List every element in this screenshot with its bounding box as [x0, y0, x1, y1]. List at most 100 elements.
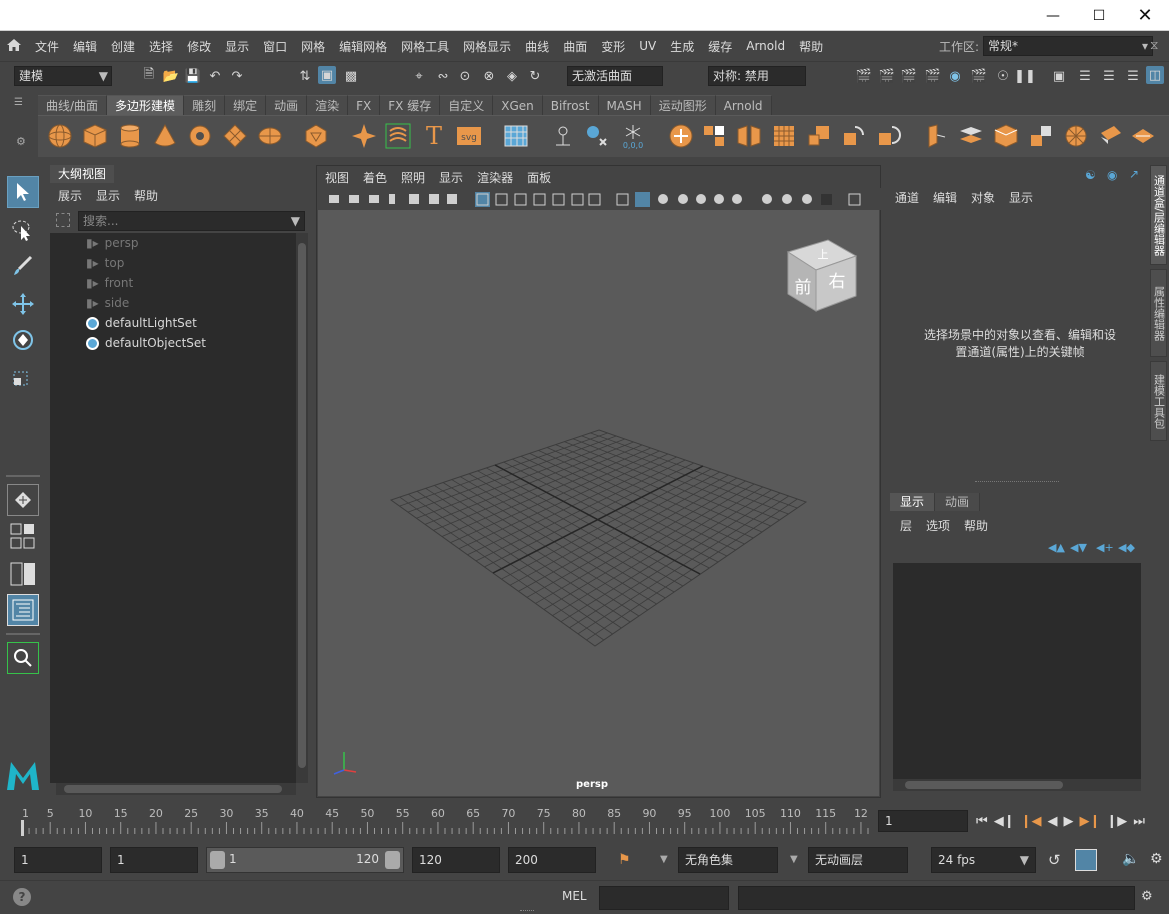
- viewport-3d-area[interactable]: 上 前 右 persp: [318, 210, 879, 796]
- menu-mesh-tools[interactable]: 网格工具: [394, 38, 456, 55]
- target-weld-icon[interactable]: [1098, 123, 1124, 149]
- channel-box-expand-icon[interactable]: ↗: [1129, 167, 1139, 181]
- search-icon[interactable]: [7, 642, 39, 674]
- pause-icon[interactable]: ❚❚: [1014, 67, 1036, 85]
- mirror-icon[interactable]: [736, 123, 762, 149]
- sweep-mesh-icon[interactable]: [385, 123, 411, 149]
- range-max-handle[interactable]: [385, 851, 400, 869]
- current-frame-field[interactable]: 1: [878, 810, 968, 832]
- character-set-arrow-icon[interactable]: ▼: [660, 854, 668, 865]
- new-scene-icon[interactable]: 🗎: [140, 67, 158, 85]
- hypershade-icon[interactable]: 🎬: [924, 67, 942, 85]
- side-tab-attribute-editor[interactable]: 属性编辑器: [1150, 269, 1167, 357]
- mode-dropdown[interactable]: 建模 ▼: [14, 66, 112, 86]
- resize-grip-icon[interactable]: [520, 897, 534, 911]
- character-set-dropdown[interactable]: 无角色集: [678, 847, 778, 873]
- snap-curve-icon[interactable]: ∾: [434, 67, 452, 85]
- single-perspective-layout-icon[interactable]: [7, 484, 39, 516]
- layer-editor-icon[interactable]: ◫: [1146, 66, 1164, 84]
- poly-cylinder-icon[interactable]: [117, 123, 143, 149]
- side-tab-modeling-toolkit[interactable]: 建模工具包: [1150, 361, 1167, 441]
- maximize-icon[interactable]: ☐: [1076, 0, 1122, 31]
- two-pane-layout-icon[interactable]: [7, 558, 39, 590]
- shelf-tab-motion-graphics[interactable]: 运动图形: [650, 95, 716, 115]
- script-editor-icon[interactable]: ⚙: [1141, 889, 1153, 904]
- shelf-tab-render[interactable]: 渲染: [307, 95, 349, 115]
- poly-plane-icon[interactable]: [222, 123, 248, 149]
- help-icon[interactable]: ?: [13, 888, 31, 906]
- range-slider[interactable]: 1 120: [206, 847, 404, 873]
- ipr-render-icon[interactable]: 🎬: [878, 67, 896, 85]
- arnold-ipr-icon[interactable]: 🎬: [970, 67, 988, 85]
- multi-cut-icon[interactable]: [1063, 123, 1089, 149]
- anim-layer-dropdown[interactable]: 无动画层: [808, 847, 908, 873]
- rotate-tool-icon[interactable]: [7, 324, 39, 356]
- close-icon[interactable]: ✕: [1122, 0, 1168, 31]
- menu-curves[interactable]: 曲线: [518, 38, 556, 55]
- channel-menu-show[interactable]: 显示: [1009, 189, 1033, 206]
- list-item[interactable]: ▮▸ front: [86, 273, 133, 293]
- select-component-icon[interactable]: ▩: [342, 67, 360, 85]
- channel-box-pin-icon[interactable]: ☯: [1085, 168, 1096, 182]
- connect-icon[interactable]: [1130, 123, 1156, 149]
- freeze-transform-icon[interactable]: 0,0,0: [620, 123, 646, 149]
- append-polygon-icon[interactable]: [1028, 123, 1054, 149]
- menu-select[interactable]: 选择: [142, 38, 180, 55]
- open-scene-icon[interactable]: 📂: [162, 67, 180, 85]
- menu-window[interactable]: 窗口: [256, 38, 294, 55]
- menu-uv[interactable]: UV: [632, 39, 663, 53]
- anim-layer-arrow-icon[interactable]: ▼: [790, 854, 798, 865]
- symmetry-dropdown[interactable]: 对称: 禁用: [708, 66, 806, 86]
- extrude-icon[interactable]: [923, 123, 949, 149]
- side-tab-channel-box[interactable]: 通道盒/层编辑器: [1150, 165, 1167, 265]
- attribute-editor-icon[interactable]: ☰: [1076, 67, 1094, 85]
- menu-mesh[interactable]: 网格: [294, 38, 332, 55]
- step-back-icon[interactable]: ◀❙: [994, 814, 1015, 829]
- snap-view-icon[interactable]: ⊗: [480, 67, 498, 85]
- move-tool-icon[interactable]: [7, 288, 39, 320]
- loop-icon[interactable]: ↺: [1048, 851, 1061, 869]
- scale-tool-icon[interactable]: [7, 360, 39, 392]
- tab-animation[interactable]: 动画: [935, 493, 981, 511]
- outliner-filter-icon[interactable]: [56, 213, 70, 227]
- outliner-menu-show[interactable]: 展示: [58, 187, 82, 207]
- shelf-tab-sculpt[interactable]: 雕刻: [184, 95, 226, 115]
- shelf-tab-fx[interactable]: FX: [348, 95, 381, 115]
- shelf-tab-bifrost[interactable]: Bifrost: [542, 95, 599, 115]
- layer-move-up-icon[interactable]: ◀▲: [1048, 541, 1065, 554]
- viewport-menu-panels[interactable]: 面板: [527, 169, 551, 186]
- shelf-tab-curves[interactable]: 曲线/曲面: [38, 95, 108, 115]
- splitter-handle[interactable]: [975, 481, 1059, 482]
- script-language-toggle[interactable]: MEL: [562, 889, 587, 903]
- auto-key-icon[interactable]: ⚑: [618, 852, 631, 868]
- snap-edge-icon[interactable]: ↻: [526, 67, 544, 85]
- layer-hscrollbar[interactable]: [893, 779, 1141, 791]
- fps-dropdown[interactable]: 24 fps ▼: [931, 847, 1036, 873]
- channel-box-icon[interactable]: ☰: [1124, 67, 1142, 85]
- command-input[interactable]: [599, 886, 729, 910]
- layer-menu-layers[interactable]: 层: [900, 517, 912, 534]
- paint-select-icon[interactable]: [7, 250, 39, 282]
- snap-surface-icon[interactable]: ◈: [503, 67, 521, 85]
- home-icon[interactable]: [6, 38, 22, 55]
- shelf-menu-icon[interactable]: ☰: [14, 97, 23, 108]
- select-object-icon[interactable]: ▣: [318, 66, 336, 84]
- render-frame-icon[interactable]: 🎬: [855, 67, 873, 85]
- platonic-solid-icon[interactable]: [303, 123, 329, 149]
- poly-disc-icon[interactable]: [257, 123, 283, 149]
- menu-edit-mesh[interactable]: 编辑网格: [332, 38, 394, 55]
- undo-icon[interactable]: ↶: [206, 67, 224, 85]
- remesh-icon[interactable]: [841, 123, 867, 149]
- modeling-toolkit-icon[interactable]: ▣: [1050, 67, 1068, 85]
- viewport-menu-renderer[interactable]: 渲染器: [477, 169, 513, 186]
- animation-start-field[interactable]: 1: [14, 847, 102, 873]
- shelf-tab-xgen[interactable]: XGen: [493, 95, 543, 115]
- menu-generate[interactable]: 生成: [663, 38, 701, 55]
- outliner-menu-help[interactable]: 帮助: [134, 187, 158, 207]
- mesh-grid-icon[interactable]: [503, 123, 529, 149]
- channel-menu-object[interactable]: 对象: [971, 189, 995, 206]
- play-forwards-icon[interactable]: ▶: [1063, 814, 1073, 829]
- step-forward-key-icon[interactable]: ▶❙: [1079, 814, 1100, 829]
- layer-move-down-icon[interactable]: ◀▼: [1070, 541, 1087, 554]
- outliner-vscrollbar[interactable]: [296, 233, 308, 783]
